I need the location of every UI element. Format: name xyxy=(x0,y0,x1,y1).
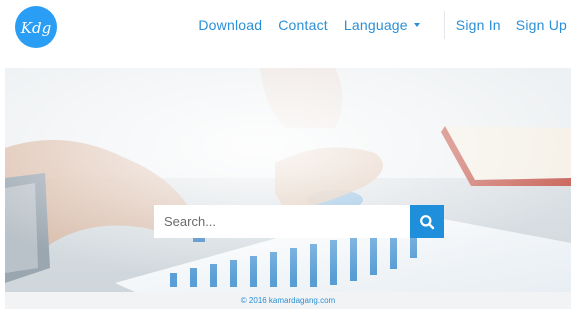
language-dropdown[interactable]: Language xyxy=(344,17,420,33)
page: Kdg Download Contact Language Sign In Si… xyxy=(0,0,571,309)
hero-background-image xyxy=(5,68,571,292)
nav-download[interactable]: Download xyxy=(198,17,262,33)
search-icon xyxy=(420,214,435,229)
hero-banner xyxy=(5,68,571,292)
search-button[interactable] xyxy=(410,205,444,238)
top-nav: Download Contact Language Sign In Sign U… xyxy=(198,0,567,50)
nav-divider xyxy=(443,11,445,39)
header: Kdg Download Contact Language Sign In Si… xyxy=(0,0,571,50)
brand-logo[interactable]: Kdg xyxy=(15,6,57,48)
logo-mark-icon: Kdg xyxy=(20,19,51,37)
footer: © 2016 kamardagang.com xyxy=(5,292,571,309)
svg-text:Kdg: Kdg xyxy=(20,19,51,37)
search-bar xyxy=(154,205,444,238)
sign-in-link[interactable]: Sign In xyxy=(456,17,501,33)
language-label: Language xyxy=(343,17,408,33)
copyright-text: © 2016 kamardagang.com xyxy=(240,296,336,305)
search-input[interactable] xyxy=(154,205,410,238)
nav-contact[interactable]: Contact xyxy=(278,17,328,33)
caret-down-icon xyxy=(413,23,420,27)
sign-up-link[interactable]: Sign Up xyxy=(516,17,567,33)
